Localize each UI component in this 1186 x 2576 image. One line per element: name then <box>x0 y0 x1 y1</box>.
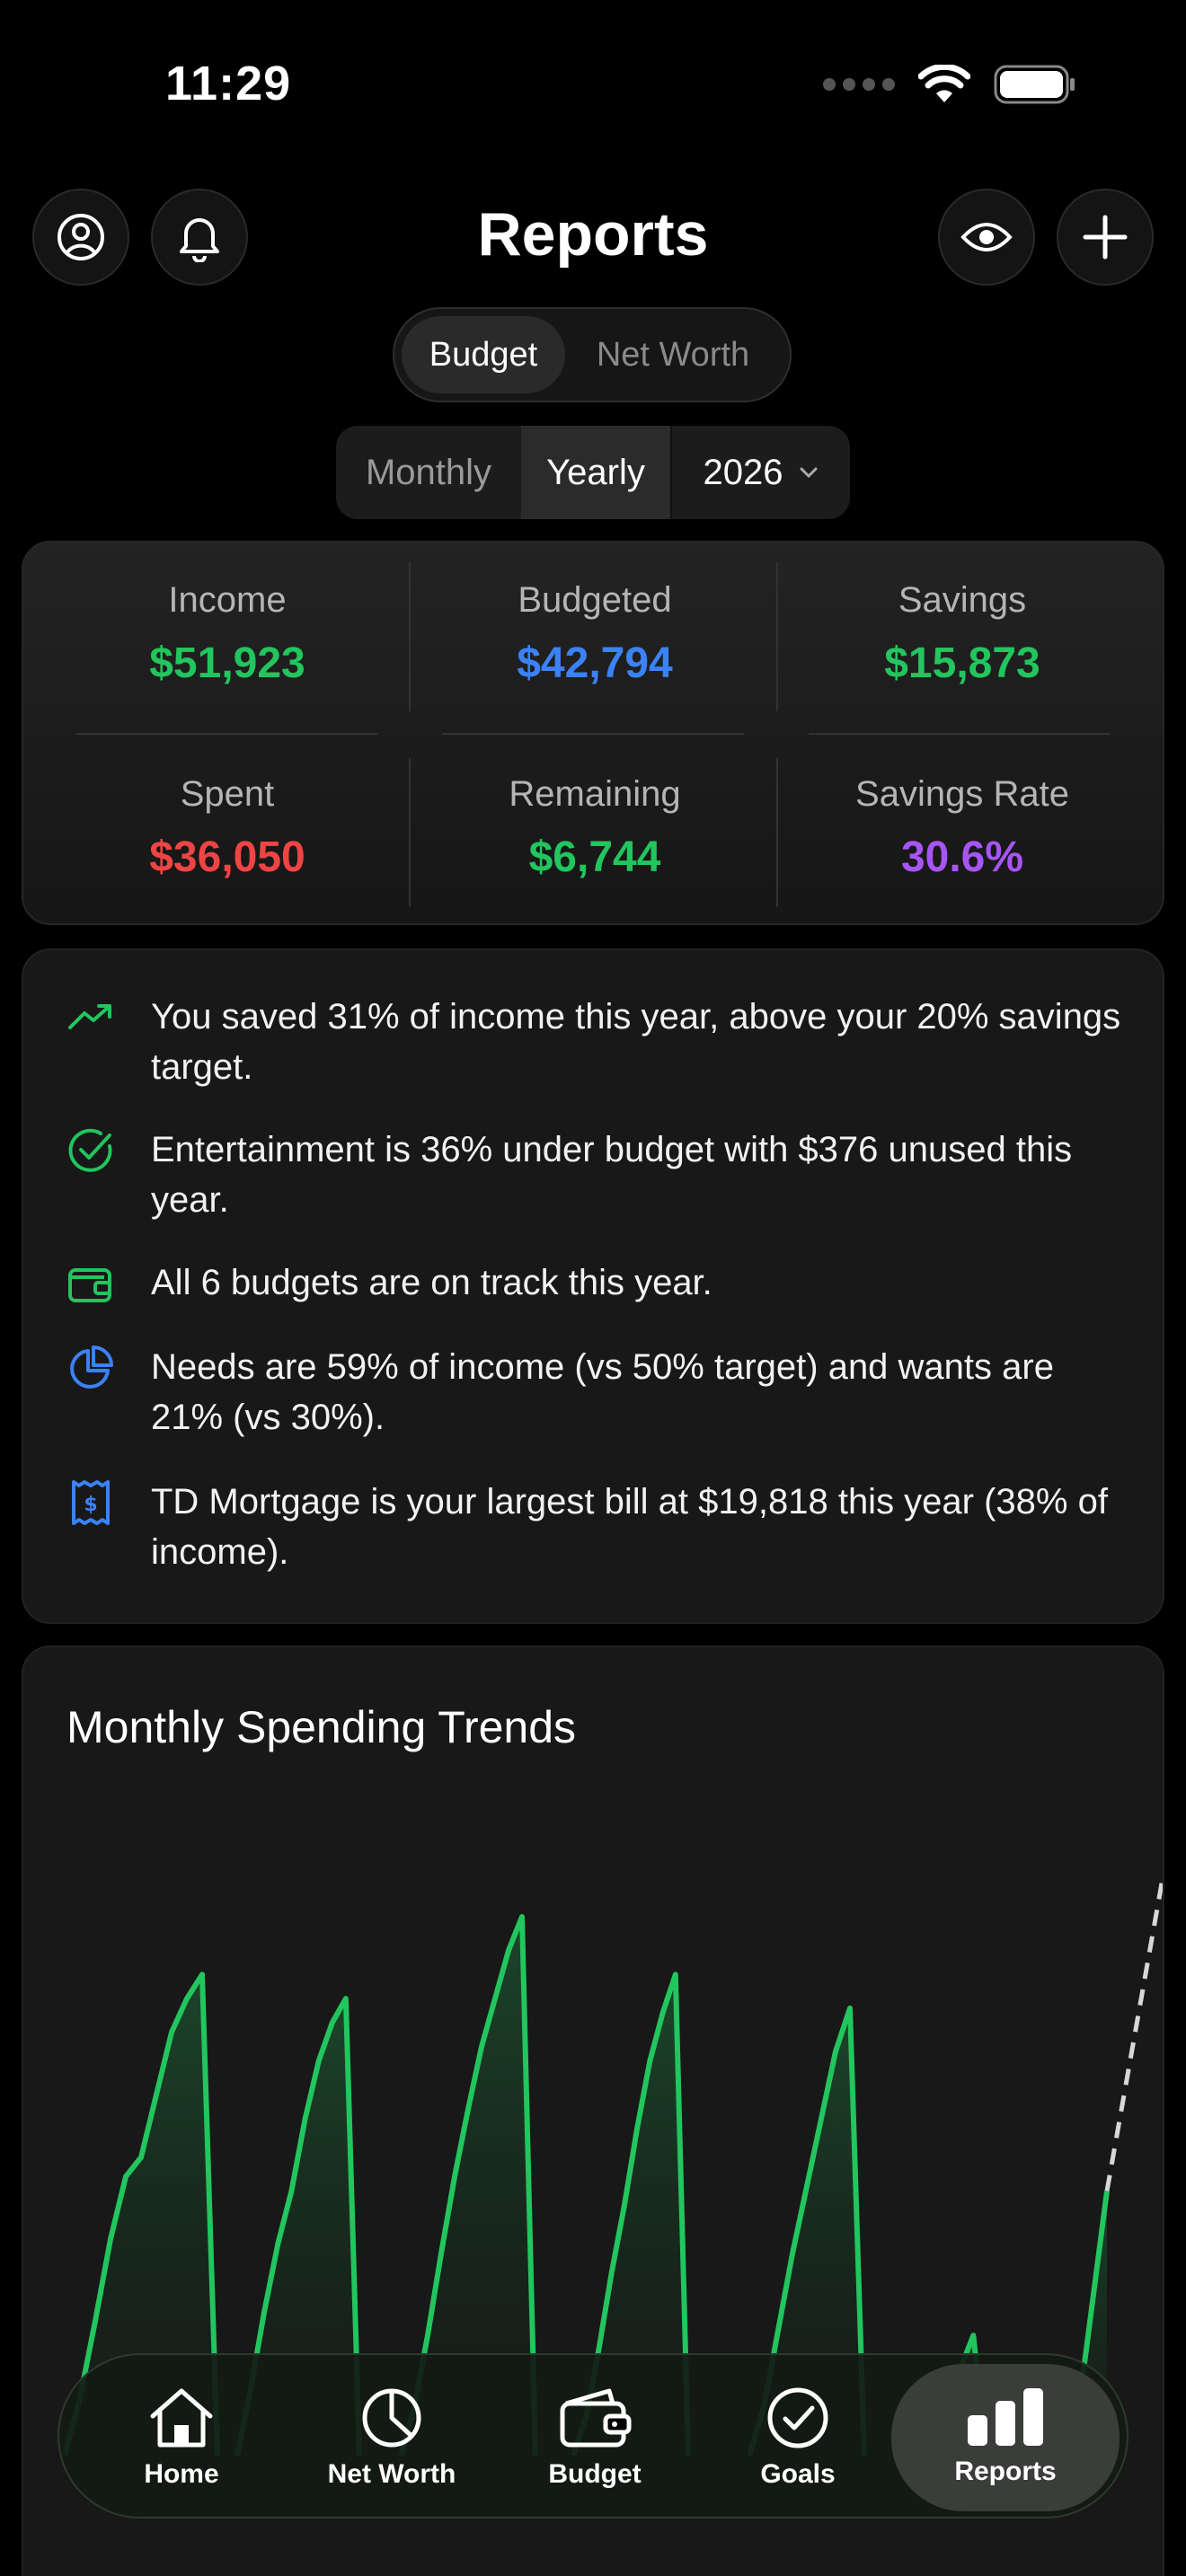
stat-budgeted: Budgeted $42,794 <box>412 580 778 688</box>
insight-item: $ TD Mortgage is your largest bill at $1… <box>65 1477 1125 1577</box>
trending-up-icon <box>68 1004 111 1029</box>
cellular-signal-icon <box>823 78 895 91</box>
stat-spent: Spent $36,050 <box>44 774 411 882</box>
period-yearly[interactable]: Yearly <box>521 426 670 519</box>
eye-icon <box>960 223 1013 251</box>
divider <box>809 733 1111 735</box>
check-circle-icon <box>68 1128 112 1172</box>
chevron-down-icon <box>800 467 818 479</box>
stat-label: Budgeted <box>518 580 672 620</box>
stat-savings-rate: Savings Rate 30.6% <box>779 774 1146 882</box>
insight-item: Needs are 59% of income (vs 50% target) … <box>65 1342 1125 1442</box>
toggle-visibility-button[interactable] <box>938 189 1035 286</box>
bar-chart-icon <box>968 2388 1043 2446</box>
insight-text: You saved 31% of income this year, above… <box>151 997 1121 1087</box>
stat-value: $42,794 <box>517 640 673 687</box>
period-monthly[interactable]: Monthly <box>336 426 521 519</box>
projection-line <box>1104 1877 1163 2192</box>
stat-label: Spent <box>180 774 275 814</box>
stat-value: $36,050 <box>149 834 305 881</box>
stat-label: Remaining <box>509 774 681 814</box>
year-dropdown[interactable]: 2026 <box>670 426 850 519</box>
home-icon <box>150 2388 213 2448</box>
divider <box>442 733 744 735</box>
divider <box>409 562 411 711</box>
stat-value: $6,744 <box>528 834 661 881</box>
stat-label: Savings Rate <box>855 774 1069 814</box>
tab-net-worth-nav[interactable]: Net Worth <box>295 2355 489 2520</box>
divider <box>409 758 411 907</box>
add-button[interactable] <box>1057 189 1154 286</box>
insight-text: All 6 budgets are on track this year. <box>151 1263 712 1302</box>
pie-chart-icon <box>362 2388 421 2448</box>
stat-value: 30.6% <box>900 834 1024 881</box>
stat-label: Income <box>168 580 287 620</box>
stat-value: $15,873 <box>884 640 1040 687</box>
check-circle-icon <box>767 2387 828 2448</box>
period-selector: Monthly Yearly 2026 <box>336 426 850 519</box>
tab-label: Net Worth <box>327 2459 456 2489</box>
tab-reports[interactable]: Reports <box>891 2364 1120 2511</box>
tab-net-worth[interactable]: Net Worth <box>565 316 781 393</box>
tab-bar: Home Net Worth Budget Goals Reports <box>58 2353 1128 2519</box>
svg-text:$: $ <box>84 1494 97 1516</box>
insight-text: Entertainment is 36% under budget with $… <box>151 1130 1073 1220</box>
stat-label: Savings <box>898 580 1027 620</box>
stat-value: $51,923 <box>149 640 305 687</box>
insight-item: You saved 31% of income this year, above… <box>65 992 1125 1092</box>
insight-text: Needs are 59% of income (vs 50% target) … <box>151 1347 1054 1437</box>
status-indicators <box>823 65 1076 104</box>
tab-label: Home <box>144 2459 219 2489</box>
insight-text: TD Mortgage is your largest bill at $19,… <box>151 1482 1108 1572</box>
insights-card: You saved 31% of income this year, above… <box>22 948 1164 1624</box>
tab-budget-nav[interactable]: Budget <box>512 2355 677 2520</box>
stat-income: Income $51,923 <box>44 580 411 688</box>
view-toggle: Budget Net Worth <box>393 307 792 402</box>
tab-budget[interactable]: Budget <box>402 316 565 393</box>
wifi-icon <box>918 65 970 102</box>
wallet-icon <box>560 2388 632 2448</box>
divider <box>75 733 377 735</box>
summary-card: Income $51,923 Budgeted $42,794 Savings … <box>22 541 1164 925</box>
tab-goals[interactable]: Goals <box>715 2355 881 2520</box>
insight-item: All 6 budgets are on track this year. <box>65 1257 1125 1310</box>
tab-label: Goals <box>760 2459 836 2489</box>
divider <box>776 758 778 907</box>
tab-label: Budget <box>548 2459 642 2489</box>
status-time: 11:29 <box>165 57 292 110</box>
stat-savings: Savings $15,873 <box>779 580 1146 688</box>
pie-chart-icon <box>70 1345 113 1389</box>
battery-icon <box>994 65 1075 104</box>
receipt-icon: $ <box>72 1480 110 1525</box>
insight-item: Entertainment is 36% under budget with $… <box>65 1125 1125 1225</box>
wallet-icon <box>68 1268 111 1302</box>
plus-icon <box>1083 215 1128 260</box>
divider <box>776 562 778 711</box>
year-value: 2026 <box>703 452 783 492</box>
tab-home[interactable]: Home <box>95 2355 268 2520</box>
tab-label: Reports <box>954 2457 1057 2486</box>
stat-remaining: Remaining $6,744 <box>412 774 778 882</box>
